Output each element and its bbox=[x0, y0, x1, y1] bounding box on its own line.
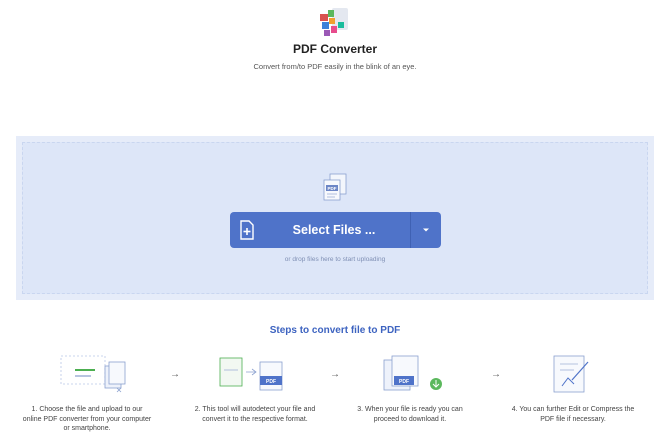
chevron-down-icon[interactable] bbox=[411, 212, 441, 248]
convert-step-icon: PDF bbox=[219, 357, 283, 391]
arrow-right-icon: → bbox=[491, 369, 501, 380]
pdf-icon-label: PDF bbox=[328, 186, 337, 191]
edit-step-icon bbox=[553, 355, 589, 393]
add-file-icon bbox=[230, 212, 264, 248]
steps-title: Steps to convert file to PDF bbox=[269, 325, 401, 336]
step-1-text: 1. Choose the file and upload to our onl… bbox=[22, 406, 152, 432]
page-subtitle: Convert from/to PDF easily in the blink … bbox=[253, 62, 417, 71]
select-files-button[interactable]: Select Files ... bbox=[230, 212, 441, 248]
step-2-text: 2. This tool will autodetect your file a… bbox=[194, 406, 316, 423]
upload-step-icon bbox=[60, 355, 126, 393]
pdf-badge: PDF bbox=[399, 379, 409, 385]
arrow-right-icon: → bbox=[330, 369, 340, 380]
app-logo-icon bbox=[320, 8, 348, 36]
step-3-text: 3. When your file is ready you can proce… bbox=[357, 406, 463, 423]
step-4-text: 4. You can further Edit or Compress the … bbox=[511, 406, 635, 423]
download-step-icon: PDF bbox=[383, 355, 442, 391]
arrow-right-icon: → bbox=[170, 369, 180, 380]
drop-hint: or drop files here to start uploading bbox=[284, 256, 386, 263]
select-files-label: Select Files ... bbox=[292, 223, 376, 237]
pdf-badge: PDF bbox=[266, 379, 276, 385]
pdf-file-icon: PDF bbox=[323, 173, 347, 201]
page-title: PDF Converter bbox=[292, 42, 378, 56]
